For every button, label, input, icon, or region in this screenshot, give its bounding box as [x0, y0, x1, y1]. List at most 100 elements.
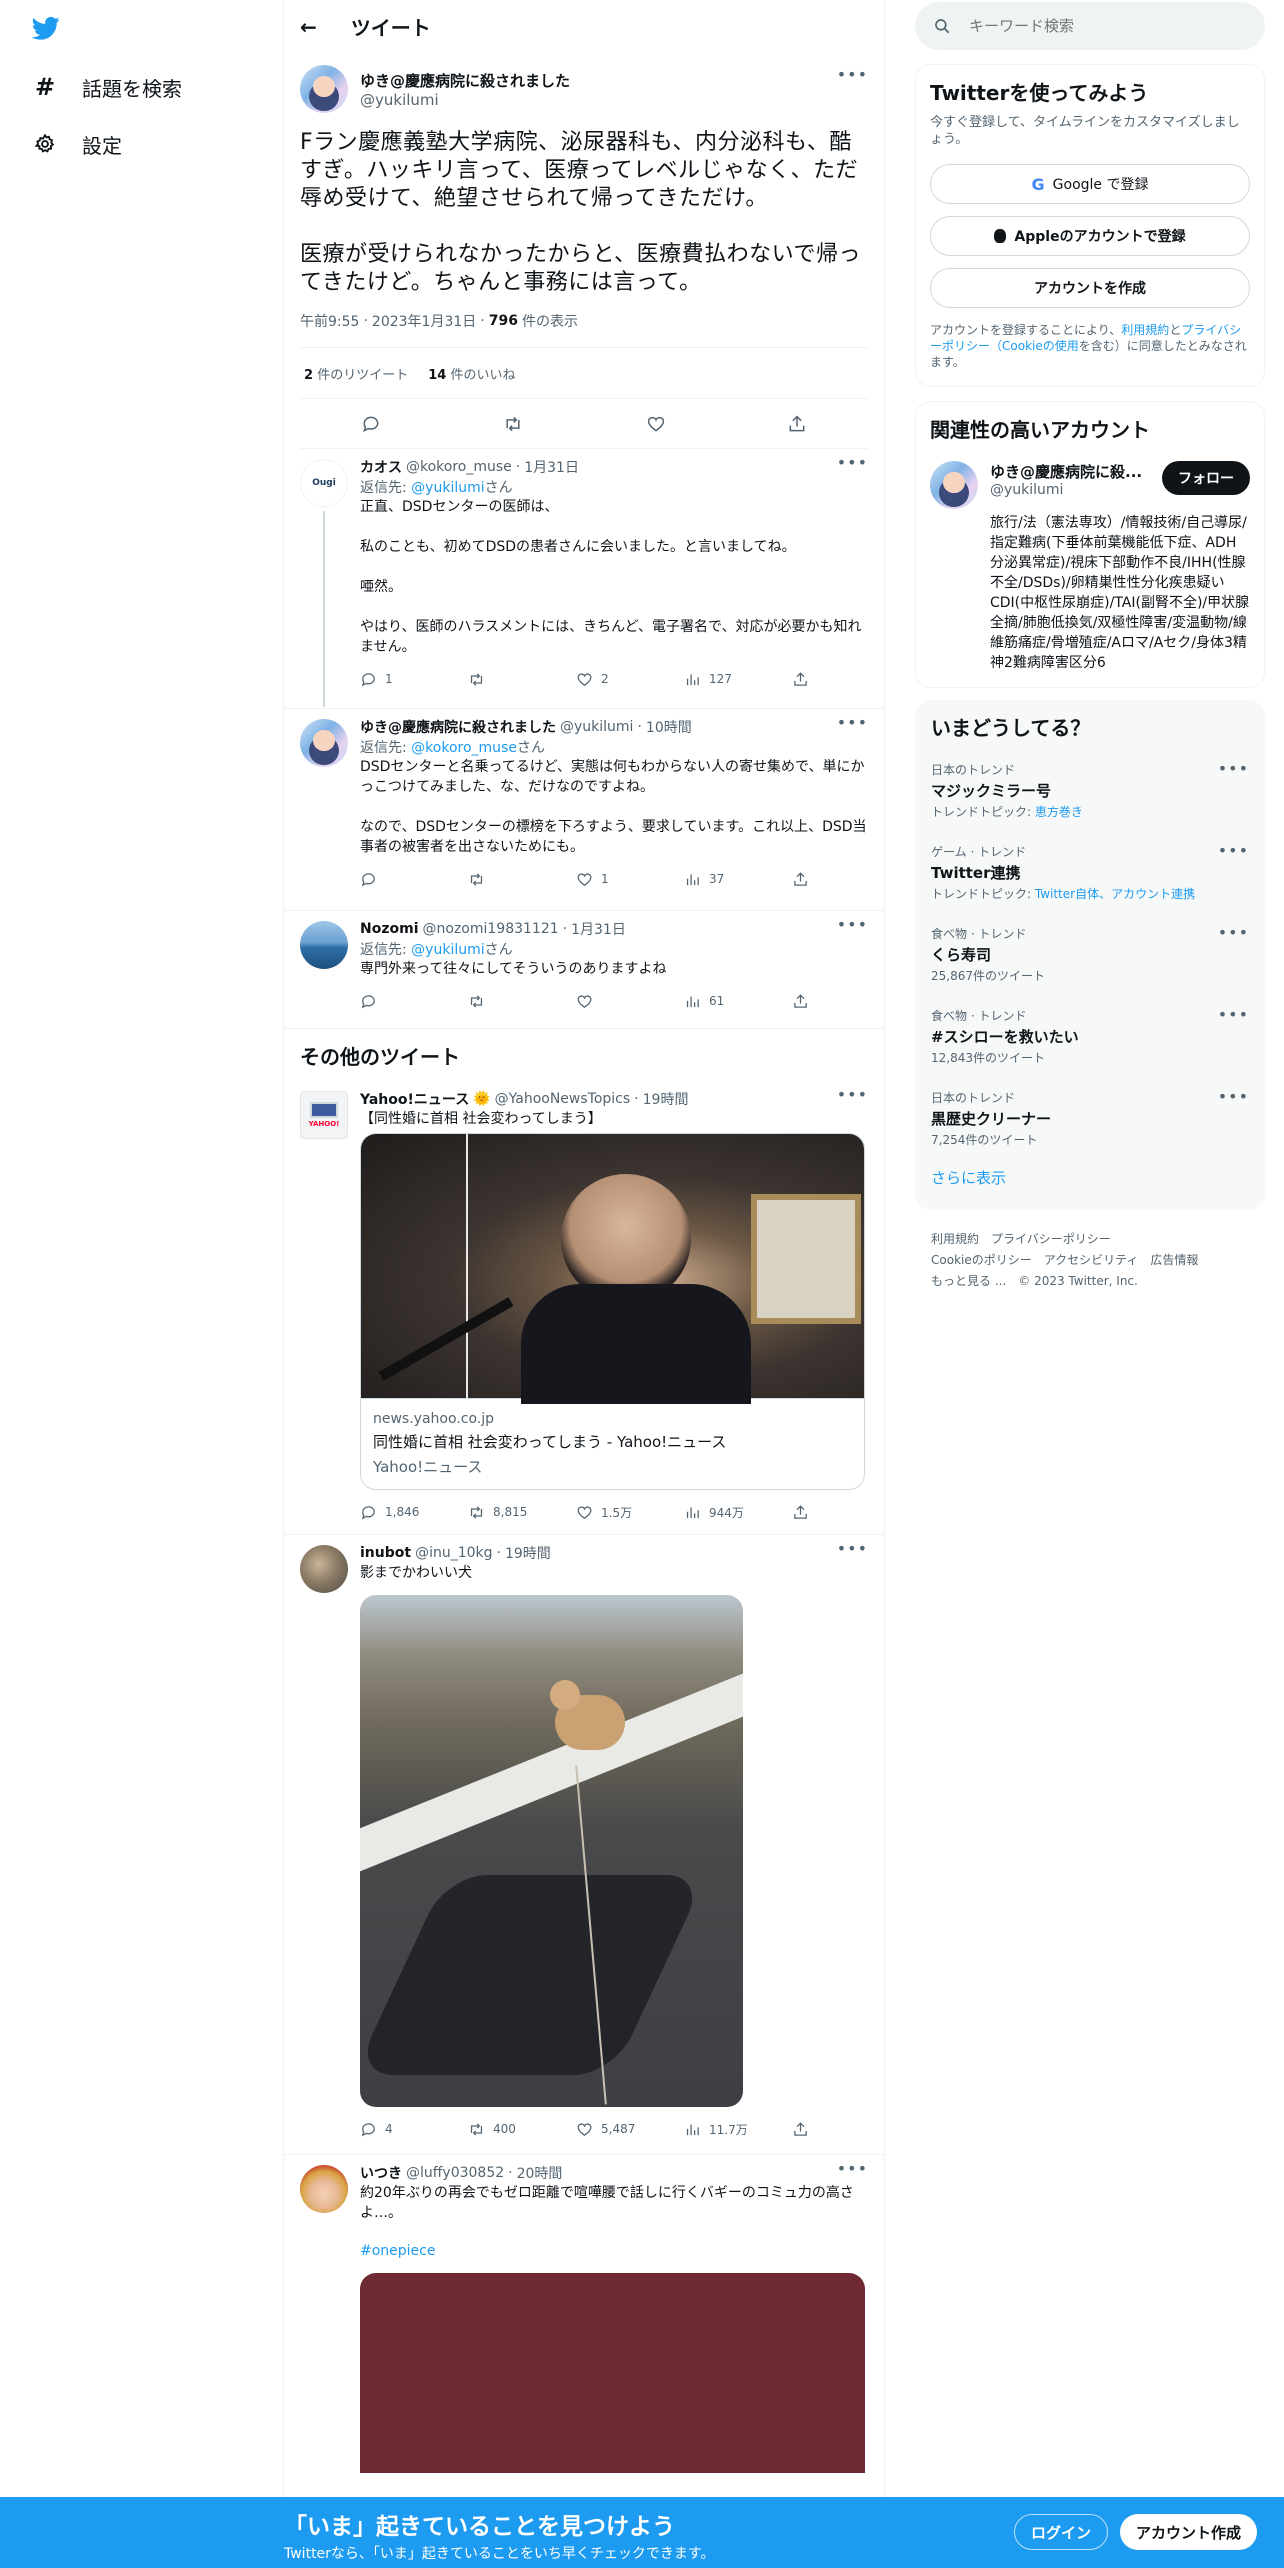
retweet-button[interactable]: 400 [468, 2121, 576, 2138]
avatar[interactable] [930, 461, 978, 509]
create-account-button[interactable]: アカウントを作成 [930, 268, 1250, 308]
footer-accessibility-link[interactable]: アクセシビリティ [1044, 1253, 1139, 1267]
share-button[interactable] [792, 1504, 832, 1521]
tweet-author[interactable]: いつき [360, 2163, 402, 2183]
reply-time[interactable]: 1月31日 [571, 919, 626, 939]
reply-author[interactable]: Nozomi [360, 921, 419, 937]
more-options-icon[interactable]: ••• [837, 915, 868, 934]
retweet-button[interactable] [468, 993, 576, 1010]
twitter-logo-icon[interactable] [30, 14, 62, 42]
reply-handle[interactable]: @yukilumi [560, 719, 633, 735]
replying-to-link[interactable]: @yukilumi [411, 942, 484, 958]
like-button[interactable]: 5,487 [576, 2121, 684, 2138]
reply-button[interactable]: 1 [360, 671, 468, 688]
avatar[interactable]: YAHOO! [300, 1091, 348, 1139]
avatar[interactable] [300, 2165, 348, 2213]
trend-item[interactable]: 日本のトレンド マジックミラー号 トレンドトピック: 恵方巻き ••• [915, 751, 1265, 833]
reply-item[interactable]: ••• ゆき@慶應病院に殺されました @yukilumi · 10時間 返信先:… [284, 709, 884, 911]
views-button[interactable]: 127 [684, 671, 792, 688]
show-more-link[interactable]: さらに表示 [915, 1161, 1265, 1206]
reply-button[interactable] [360, 871, 468, 888]
nav-settings[interactable]: 設定 [20, 116, 134, 172]
login-button[interactable]: ログイン [1014, 2514, 1109, 2550]
tweet-date[interactable]: 2023年1月31日 [372, 311, 476, 331]
more-options-icon[interactable]: ••• [1218, 1005, 1249, 1024]
retweet-stat[interactable]: 2 件のリツイート [304, 364, 408, 383]
search-input[interactable] [969, 17, 1219, 35]
more-options-icon[interactable]: ••• [1218, 923, 1249, 942]
more-options-icon[interactable]: ••• [1218, 759, 1249, 778]
google-signup-button[interactable]: G Google で登録 [930, 164, 1250, 204]
retweet-icon[interactable] [502, 414, 524, 434]
tweet-handle[interactable]: @YahooNewsTopics [495, 1091, 631, 1107]
avatar[interactable] [300, 719, 348, 767]
reply-button[interactable]: 1,846 [360, 1504, 468, 1521]
tweet-item[interactable]: YAHOO! ••• Yahoo!ニュース 🌞 @YahooNewsTopics… [284, 1081, 884, 1535]
views-button[interactable]: 61 [684, 993, 792, 1010]
related-account[interactable]: ゆき@慶應病院に殺... @yukilumi フォロー [930, 461, 1250, 509]
share-button[interactable] [792, 871, 832, 888]
more-options-icon[interactable]: ••• [837, 1085, 868, 1104]
tweet-item[interactable]: ••• いつき @luffy030852 · 20時間 約20年ぶりの再会でもゼ… [284, 2155, 884, 2473]
search-bar[interactable] [915, 2, 1265, 50]
tweet-author[interactable]: Yahoo!ニュース [360, 1089, 469, 1109]
reply-button[interactable]: 4 [360, 2121, 468, 2138]
like-button[interactable] [576, 993, 684, 1010]
reply-item[interactable]: ••• Nozomi @nozomi19831121 · 1月31日 返信先: … [284, 911, 884, 1029]
share-icon[interactable] [787, 414, 807, 434]
signup-button[interactable]: アカウント作成 [1120, 2514, 1258, 2550]
media-photo[interactable] [360, 2273, 865, 2473]
more-options-icon[interactable]: ••• [1218, 1087, 1249, 1106]
views-button[interactable]: 11.7万 [684, 2121, 792, 2138]
tweet-time[interactable]: 19時間 [505, 1543, 551, 1563]
like-icon[interactable] [646, 414, 666, 434]
dog-photo[interactable] [360, 1595, 743, 2107]
like-button[interactable]: 1.5万 [576, 1504, 684, 1521]
avatar[interactable] [300, 65, 348, 113]
tweet-handle[interactable]: @luffy030852 [406, 2165, 504, 2181]
more-options-icon[interactable]: ••• [837, 1539, 868, 1558]
apple-signup-button[interactable]: Appleのアカウントで登録 [930, 216, 1250, 256]
retweet-button[interactable] [468, 671, 576, 688]
tweet-time[interactable]: 20時間 [517, 2163, 563, 2183]
follow-button[interactable]: フォロー [1162, 461, 1250, 495]
retweet-button[interactable] [468, 871, 576, 888]
footer-terms-link[interactable]: 利用規約 [931, 1232, 979, 1246]
more-options-icon[interactable]: ••• [837, 2159, 868, 2178]
trend-item[interactable]: 食べ物 · トレンド くら寿司 25,867件のツイート ••• [915, 915, 1265, 997]
nav-explore[interactable]: # 話題を検索 [20, 59, 194, 115]
trend-topic-link[interactable]: 恵方巻き [1035, 805, 1083, 819]
related-name[interactable]: ゆき@慶應病院に殺... [990, 461, 1150, 482]
tweet-time[interactable]: 午前9:55 [300, 311, 359, 331]
reply-time[interactable]: 10時間 [646, 717, 692, 737]
back-arrow-icon[interactable]: ← [300, 15, 317, 39]
trend-topic-link[interactable]: Twitter自体、アカウント連携 [1035, 887, 1195, 901]
more-options-icon[interactable]: ••• [837, 65, 868, 84]
avatar[interactable] [300, 1545, 348, 1593]
tweet-item[interactable]: ••• inubot @inu_10kg · 19時間 影までかわいい犬 4 4… [284, 1535, 884, 2155]
reply-button[interactable] [360, 993, 468, 1010]
footer-more-link[interactable]: もっと見る ... [931, 1274, 1006, 1288]
reply-item[interactable]: Ougi ••• カオス @kokoro_muse · 1月31日 返信先: @… [284, 449, 884, 709]
hashtag-link[interactable]: #onepiece [360, 2243, 868, 2259]
reply-author[interactable]: ゆき@慶應病院に殺されました [360, 717, 556, 737]
reply-author[interactable]: カオス [360, 457, 402, 477]
share-button[interactable] [792, 671, 832, 688]
tweet-handle[interactable]: @inu_10kg [415, 1545, 492, 1561]
author-name[interactable]: ゆき@慶應病院に殺されました [360, 70, 570, 91]
reply-handle[interactable]: @kokoro_muse [406, 459, 512, 475]
author-handle[interactable]: @yukilumi [360, 91, 570, 109]
terms-link[interactable]: 利用規約 [1121, 323, 1169, 337]
like-button[interactable]: 1 [576, 871, 684, 888]
footer-cookie-link[interactable]: Cookieのポリシー [931, 1253, 1032, 1267]
share-button[interactable] [792, 2121, 832, 2138]
more-options-icon[interactable]: ••• [837, 453, 868, 472]
trend-item[interactable]: 日本のトレンド 黒歴史クリーナー 7,254件のツイート ••• [915, 1079, 1265, 1161]
views-button[interactable]: 37 [684, 871, 792, 888]
like-button[interactable]: 2 [576, 671, 684, 688]
tweet-time[interactable]: 19時間 [643, 1089, 689, 1109]
replying-to-link[interactable]: @yukilumi [411, 480, 484, 496]
trend-item[interactable]: 食べ物 · トレンド #スシローを救いたい 12,843件のツイート ••• [915, 997, 1265, 1079]
retweet-button[interactable]: 8,815 [468, 1504, 576, 1521]
more-options-icon[interactable]: ••• [1218, 841, 1249, 860]
